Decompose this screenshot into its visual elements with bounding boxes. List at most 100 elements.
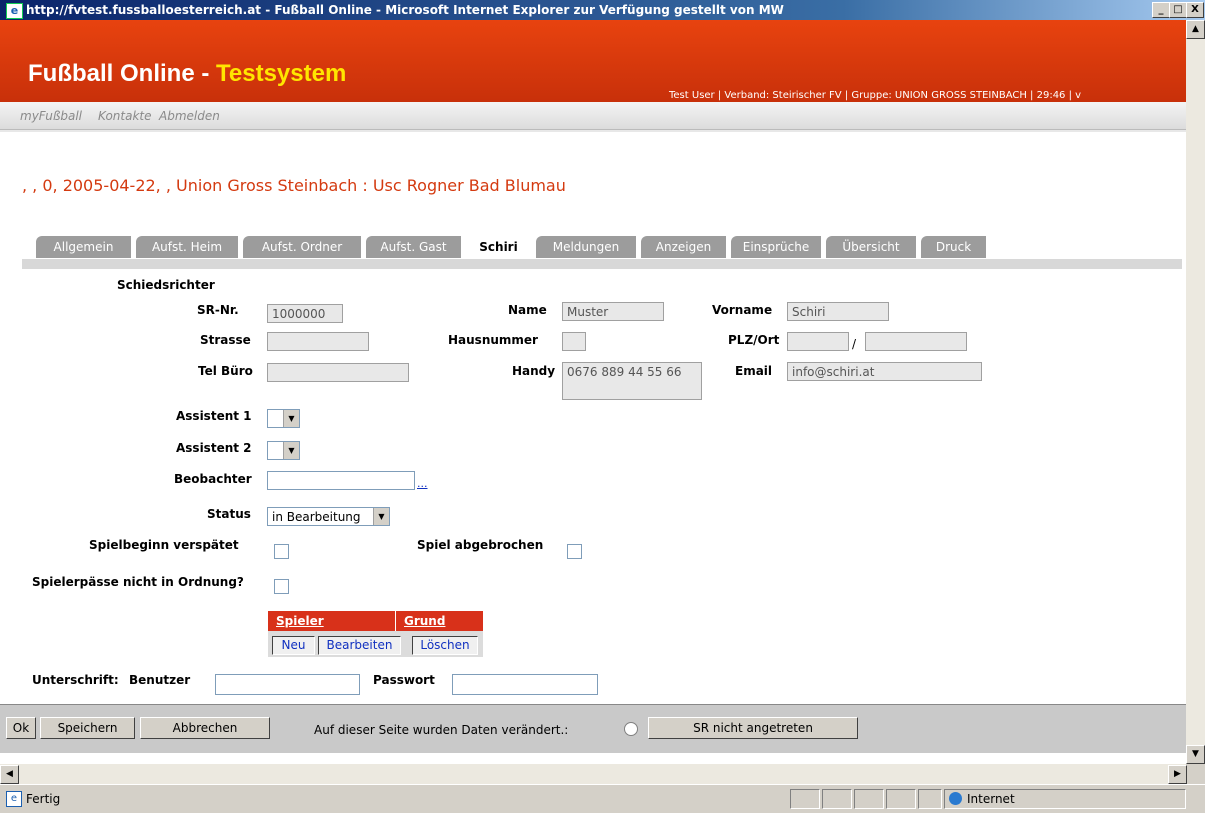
ort-field[interactable] [865, 332, 967, 351]
section-label: Schiedsrichter [117, 278, 215, 292]
status-cell [918, 789, 942, 809]
site-header: Fußball Online - Testsystem Test User | … [0, 20, 1186, 102]
sr-nr-field[interactable]: 1000000 [267, 304, 343, 323]
status-label: Status [207, 507, 251, 521]
status-cell [822, 789, 852, 809]
email-label: Email [735, 364, 773, 378]
scroll-up-icon[interactable]: ▲ [1186, 20, 1205, 39]
name-label: Name [508, 303, 547, 317]
tab-allgemein[interactable]: Allgemein [36, 236, 131, 258]
name-field[interactable]: Muster [562, 302, 664, 321]
status-bar: e Fertig Internet [0, 784, 1205, 813]
zone-text: Internet [967, 792, 1015, 806]
passwort-field[interactable] [452, 674, 598, 695]
globe-icon [949, 792, 962, 805]
ok-button[interactable]: Ok [6, 717, 36, 739]
loeschen-button[interactable]: Löschen [412, 636, 478, 655]
dropdown-arrow-icon: ▼ [283, 410, 299, 427]
assistent2-select[interactable]: ▼ [267, 441, 300, 460]
close-button[interactable]: X [1186, 2, 1204, 18]
assistent1-label: Assistent 1 [176, 409, 252, 423]
changed-radio[interactable] [624, 722, 638, 736]
abgebrochen-checkbox[interactable] [567, 544, 582, 559]
status-text: Fertig [26, 792, 61, 806]
changed-text: Auf dieser Seite wurden Daten verändert.… [314, 723, 569, 737]
plz-field[interactable] [787, 332, 849, 351]
beobachter-lookup-link[interactable]: ... [417, 477, 428, 490]
tab-einsprueche[interactable]: Einsprüche [731, 236, 821, 258]
tab-uebersicht[interactable]: Übersicht [826, 236, 916, 258]
status-select[interactable]: in Bearbeitung ▼ [267, 507, 390, 526]
beobachter-field[interactable] [267, 471, 415, 490]
assistent2-label: Assistent 2 [176, 441, 252, 455]
nav-bar: myFußball Kontakte Abmelden [0, 102, 1186, 130]
tab-anzeigen[interactable]: Anzeigen [641, 236, 726, 258]
handy-field[interactable]: 0676 889 44 55 66 [562, 362, 702, 400]
page-content: Fußball Online - Testsystem Test User | … [0, 20, 1186, 764]
window-title: http://fvtest.fussballoesterreich.at - F… [26, 3, 784, 17]
logo-main: Fußball Online - [28, 60, 216, 87]
tel-buero-label: Tel Büro [198, 364, 253, 378]
nav-myfussball[interactable]: myFußball [20, 109, 82, 123]
plz-ort-label: PLZ/Ort [728, 333, 780, 347]
tab-meldungen[interactable]: Meldungen [536, 236, 636, 258]
abgebrochen-label: Spiel abgebrochen [417, 538, 544, 552]
ie-page-icon: e [6, 791, 22, 807]
tab-druck[interactable]: Druck [921, 236, 986, 258]
logo-accent: Testsystem [216, 60, 347, 87]
vertical-scrollbar[interactable]: ▲ ▼ [1186, 20, 1205, 764]
tab-aufst-heim[interactable]: Aufst. Heim [136, 236, 238, 258]
status-cell [854, 789, 884, 809]
email-field[interactable]: info@schiri.at [787, 362, 982, 381]
status-select-value: in Bearbeitung [272, 510, 361, 524]
table-header-spieler[interactable]: Spieler [268, 611, 395, 631]
sr-nr-label: SR-Nr. [197, 303, 239, 317]
tab-aufst-gast[interactable]: Aufst. Gast [366, 236, 461, 258]
nav-abmelden[interactable]: Abmelden [159, 109, 220, 123]
unterschrift-label: Unterschrift: [32, 673, 119, 687]
handy-label: Handy [512, 364, 556, 378]
benutzer-label: Benutzer [129, 673, 191, 687]
vorname-field[interactable]: Schiri [787, 302, 889, 321]
maximize-button[interactable]: □ [1169, 2, 1187, 18]
benutzer-field[interactable] [215, 674, 360, 695]
status-cell [886, 789, 916, 809]
hausnummer-field[interactable] [562, 332, 586, 351]
tab-underline [22, 259, 1182, 269]
horizontal-scrollbar[interactable]: ◀ ▶ [0, 764, 1187, 784]
tel-buero-field[interactable] [267, 363, 409, 382]
window-title-bar: e http://fvtest.fussballoesterreich.at -… [0, 0, 1205, 20]
dropdown-arrow-icon: ▼ [283, 442, 299, 459]
bottom-action-bar: Ok Speichern Abbrechen Auf dieser Seite … [0, 704, 1186, 753]
minimize-button[interactable]: _ [1152, 2, 1170, 18]
abbrechen-button[interactable]: Abbrechen [140, 717, 270, 739]
tab-schiri[interactable]: Schiri [466, 236, 531, 258]
speichern-button[interactable]: Speichern [40, 717, 135, 739]
spielerpaesse-checkbox[interactable] [274, 579, 289, 594]
nav-kontakte[interactable]: Kontakte [98, 109, 151, 123]
table-header-grund[interactable]: Grund [396, 611, 483, 631]
zone-cell: Internet [944, 789, 1186, 809]
hausnummer-label: Hausnummer [448, 333, 538, 347]
ie-icon: e [6, 3, 23, 19]
vorname-label: Vorname [712, 303, 773, 317]
page-title: , , 0, 2005-04-22, , Union Gross Steinba… [22, 176, 566, 195]
scroll-right-icon[interactable]: ▶ [1168, 765, 1187, 784]
scroll-left-icon[interactable]: ◀ [0, 765, 19, 784]
assistent1-select[interactable]: ▼ [267, 409, 300, 428]
spielbeginn-checkbox[interactable] [274, 544, 289, 559]
status-cell [790, 789, 820, 809]
bearbeiten-button[interactable]: Bearbeiten [318, 636, 401, 655]
scroll-down-icon[interactable]: ▼ [1186, 745, 1205, 764]
tab-aufst-ordner[interactable]: Aufst. Ordner [243, 236, 361, 258]
strasse-label: Strasse [200, 333, 251, 347]
spielbeginn-label: Spielbeginn verspätet [89, 538, 239, 552]
divider [0, 130, 1186, 132]
sr-nicht-angetreten-button[interactable]: SR nicht angetreten [648, 717, 858, 739]
dropdown-arrow-icon: ▼ [373, 508, 389, 525]
beobachter-label: Beobachter [174, 472, 252, 486]
passwort-label: Passwort [373, 673, 435, 687]
user-info: Test User | Verband: Steirischer FV | Gr… [669, 90, 1082, 101]
neu-button[interactable]: Neu [272, 636, 315, 655]
strasse-field[interactable] [267, 332, 369, 351]
